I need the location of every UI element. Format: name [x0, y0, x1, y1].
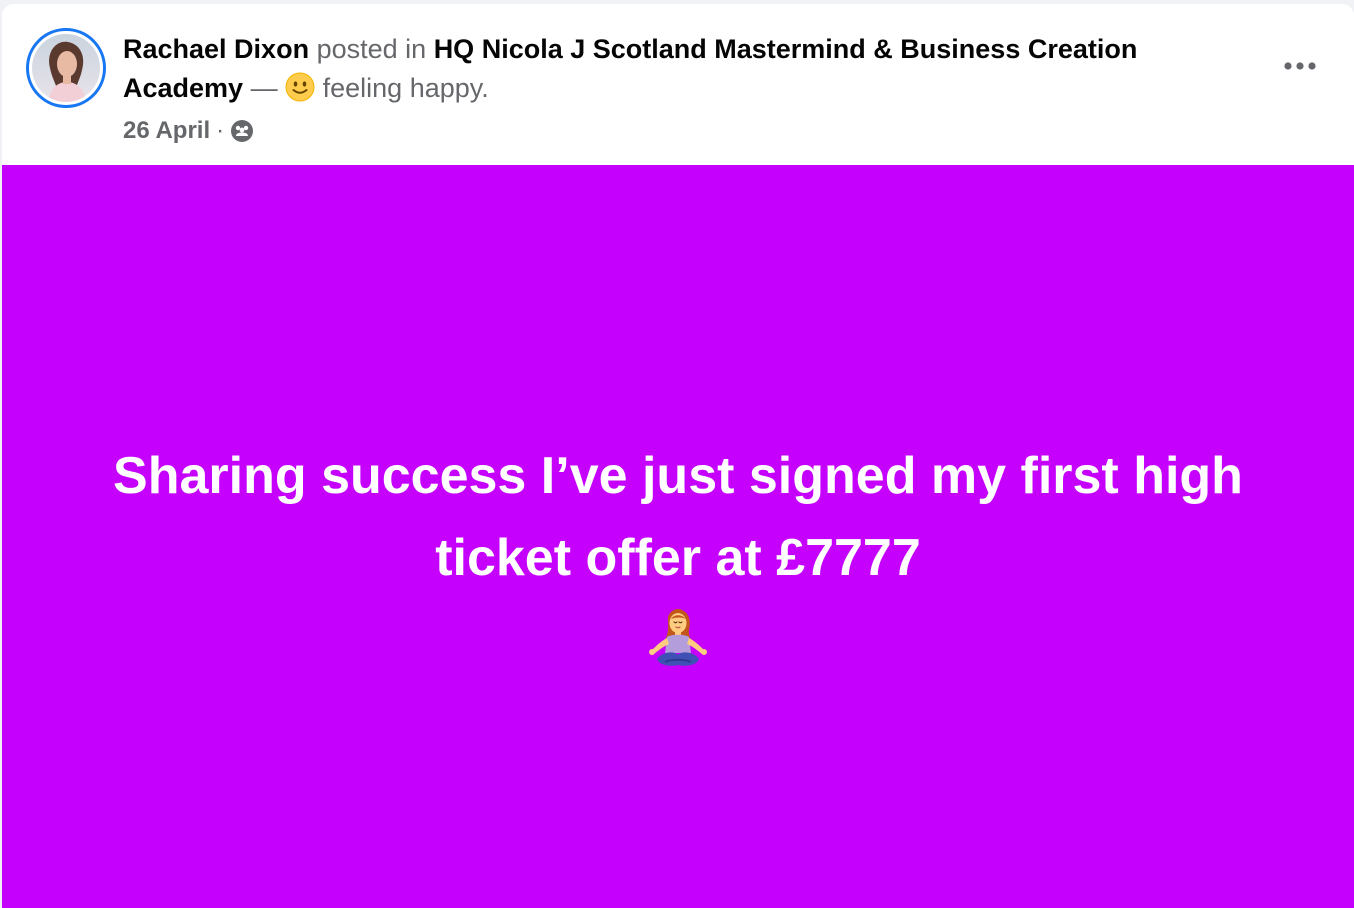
post-subline: 26 April ·: [123, 116, 1253, 146]
feeling-dash: —: [250, 73, 278, 103]
more-options-button[interactable]: [1272, 46, 1328, 86]
author-name-link[interactable]: Rachael Dixon: [123, 34, 309, 64]
post-headline: Rachael Dixon posted in HQ Nicola J Scot…: [123, 30, 1253, 108]
post-body-text: Sharing success I’ve just signed my firs…: [113, 447, 1243, 587]
posted-in-text: posted in: [316, 34, 427, 64]
post-meta: Rachael Dixon posted in HQ Nicola J Scot…: [123, 30, 1253, 146]
post-card: Rachael Dixon posted in HQ Nicola J Scot…: [2, 4, 1354, 908]
group-members-icon: [231, 120, 254, 142]
more-options-icon: [1284, 62, 1316, 70]
post-header: Rachael Dixon posted in HQ Nicola J Scot…: [2, 4, 1354, 164]
avatar-photo: [32, 34, 100, 102]
post-content-background: Sharing success I’ve just signed my firs…: [2, 165, 1354, 908]
slightly-smiling-face-icon: [285, 72, 315, 102]
separator-dot: ·: [216, 117, 225, 144]
feeling-text: feeling happy.: [322, 73, 489, 103]
avatar[interactable]: [26, 28, 106, 108]
post-date-link[interactable]: 26 April: [123, 116, 210, 146]
person-in-lotus-position-icon: [649, 609, 707, 666]
